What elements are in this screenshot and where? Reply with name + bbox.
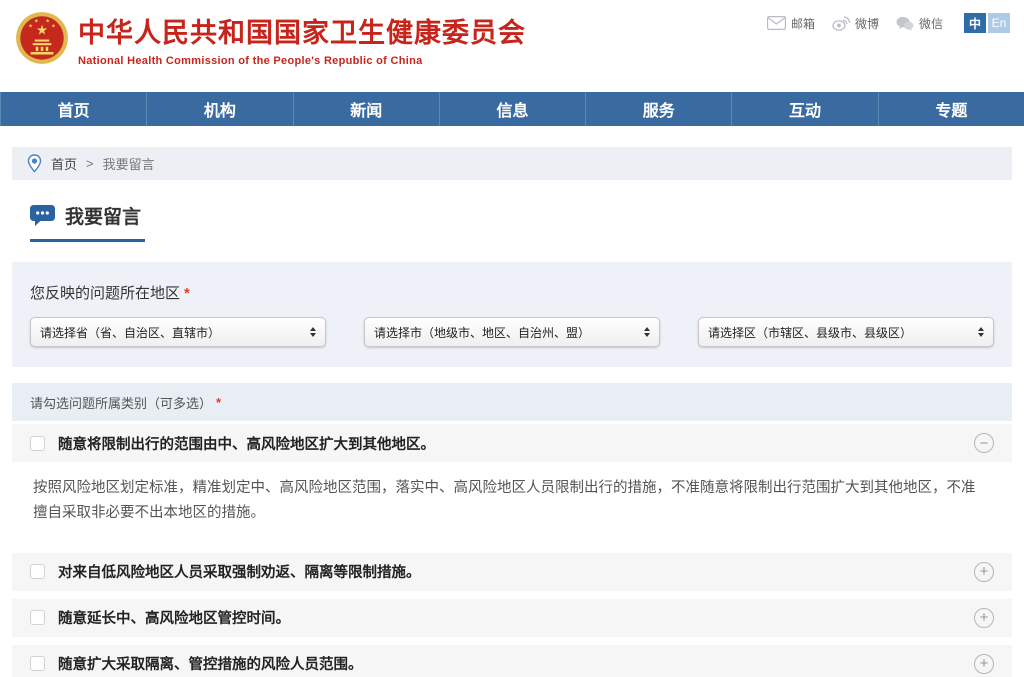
lang-toggle-english[interactable]: En	[988, 13, 1010, 33]
province-select[interactable]: 请选择省（省、自治区、直辖市）	[30, 317, 326, 347]
nav-item[interactable]: 机构	[146, 92, 292, 126]
site-subtitle: National Health Commission of the People…	[78, 55, 526, 67]
brand-text: 中华人民共和国国家卫生健康委员会 National Health Commiss…	[78, 11, 526, 67]
province-select-value: 请选择省（省、自治区、直辖市）	[40, 324, 310, 341]
breadcrumb-home-link[interactable]: 首页	[51, 154, 77, 173]
breadcrumb-current: 我要留言	[103, 154, 155, 173]
weibo-link[interactable]: 微博	[832, 15, 879, 32]
svg-text:★: ★	[34, 18, 39, 24]
national-emblem-logo: ★ ★ ★ ★ ★	[13, 10, 71, 68]
svg-text:★: ★	[36, 22, 48, 37]
district-select[interactable]: 请选择区（市辖区、县级市、县级区）	[698, 317, 994, 347]
brand: ★ ★ ★ ★ ★ 中华人民共和国国家卫生健康委员会 National Heal…	[0, 0, 1024, 68]
category-section: 请勾选问题所属类别（可多选）* 随意将限制出行的范围由中、高风险地区扩大到其他地…	[12, 383, 1012, 677]
nav-item[interactable]: 服务	[585, 92, 731, 126]
site-title: 中华人民共和国国家卫生健康委员会	[78, 11, 526, 50]
select-arrows-icon	[644, 327, 650, 337]
nav-item[interactable]: 信息	[439, 92, 585, 126]
category-title: 随意将限制出行的范围由中、高风险地区扩大到其他地区。	[58, 433, 961, 454]
category-row[interactable]: 随意延长中、高风险地区管控时间。 +	[12, 599, 1012, 637]
region-label: 您反映的问题所在地区*	[30, 282, 994, 303]
breadcrumb: 首页 > 我要留言	[12, 147, 1012, 180]
page-title: 我要留言	[30, 202, 145, 242]
category-row[interactable]: 随意扩大采取隔离、管控措施的风险人员范围。 +	[12, 645, 1012, 677]
category-row[interactable]: 对来自低风险地区人员采取强制劝返、隔离等限制措施。 +	[12, 553, 1012, 591]
city-select-value: 请选择市（地级市、地区、自治州、盟）	[374, 324, 644, 341]
category-description: 按照风险地区划定标准，精准划定中、高风险地区范围，落实中、高风险地区人员限制出行…	[12, 462, 1012, 545]
select-arrows-icon	[310, 327, 316, 337]
breadcrumb-separator: >	[86, 156, 94, 171]
page-title-text: 我要留言	[65, 202, 141, 229]
district-select-value: 请选择区（市辖区、县级市、县级区）	[708, 324, 978, 341]
mail-label: 邮箱	[791, 15, 815, 32]
wechat-label: 微信	[919, 15, 943, 32]
message-icon	[30, 205, 55, 227]
category-title: 随意扩大采取隔离、管控措施的风险人员范围。	[58, 653, 961, 674]
nav-item[interactable]: 专题	[878, 92, 1024, 126]
mail-link[interactable]: 邮箱	[767, 15, 815, 32]
svg-text:★: ★	[28, 24, 33, 30]
expand-toggle-icon[interactable]: +	[974, 654, 994, 674]
category-checkbox[interactable]	[30, 564, 45, 579]
category-checkbox[interactable]	[30, 656, 45, 671]
mail-icon	[767, 16, 786, 30]
select-arrows-icon	[978, 327, 984, 337]
location-pin-icon	[27, 154, 42, 173]
category-checkbox[interactable]	[30, 436, 45, 451]
required-asterisk: *	[216, 395, 221, 410]
category-title: 对来自低风险地区人员采取强制劝返、隔离等限制措施。	[58, 561, 961, 582]
site-header: ★ ★ ★ ★ ★ 中华人民共和国国家卫生健康委员会 National Heal…	[0, 0, 1024, 92]
region-panel: 您反映的问题所在地区* 请选择省（省、自治区、直辖市） 请选择市（地级市、地区、…	[12, 262, 1012, 367]
required-asterisk: *	[184, 285, 190, 302]
region-select-row: 请选择省（省、自治区、直辖市） 请选择市（地级市、地区、自治州、盟） 请选择区（…	[30, 317, 994, 347]
page-container: 首页 > 我要留言 我要留言 您反映的问题所在地区* 请选择省（省、自治区、直辖…	[12, 147, 1012, 677]
category-list: 随意将限制出行的范围由中、高风险地区扩大到其他地区。 − 按照风险地区划定标准，…	[12, 424, 1012, 677]
wechat-link[interactable]: 微信	[896, 15, 943, 32]
main-nav: 首页 机构 新闻 信息 服务 互动 专题	[0, 92, 1024, 126]
quick-links: 邮箱 微博 微信 中 En	[767, 13, 1010, 33]
nav-item[interactable]: 首页	[0, 92, 146, 126]
wechat-icon	[896, 16, 914, 31]
language-toggle: 中 En	[964, 13, 1010, 33]
nav-item[interactable]: 新闻	[293, 92, 439, 126]
expand-toggle-icon[interactable]: +	[974, 562, 994, 582]
expand-toggle-icon[interactable]: −	[974, 433, 994, 453]
nav-item[interactable]: 互动	[731, 92, 877, 126]
lang-toggle-chinese[interactable]: 中	[964, 13, 986, 33]
city-select[interactable]: 请选择市（地级市、地区、自治州、盟）	[364, 317, 660, 347]
category-row[interactable]: 随意将限制出行的范围由中、高风险地区扩大到其他地区。 −	[12, 424, 1012, 462]
category-title: 随意延长中、高风险地区管控时间。	[58, 607, 961, 628]
category-checkbox[interactable]	[30, 610, 45, 625]
weibo-icon	[832, 15, 850, 31]
svg-text:★: ★	[51, 24, 56, 30]
svg-text:★: ★	[45, 18, 50, 24]
expand-toggle-icon[interactable]: +	[974, 608, 994, 628]
weibo-label: 微博	[855, 15, 879, 32]
category-header: 请勾选问题所属类别（可多选）*	[12, 383, 1012, 421]
